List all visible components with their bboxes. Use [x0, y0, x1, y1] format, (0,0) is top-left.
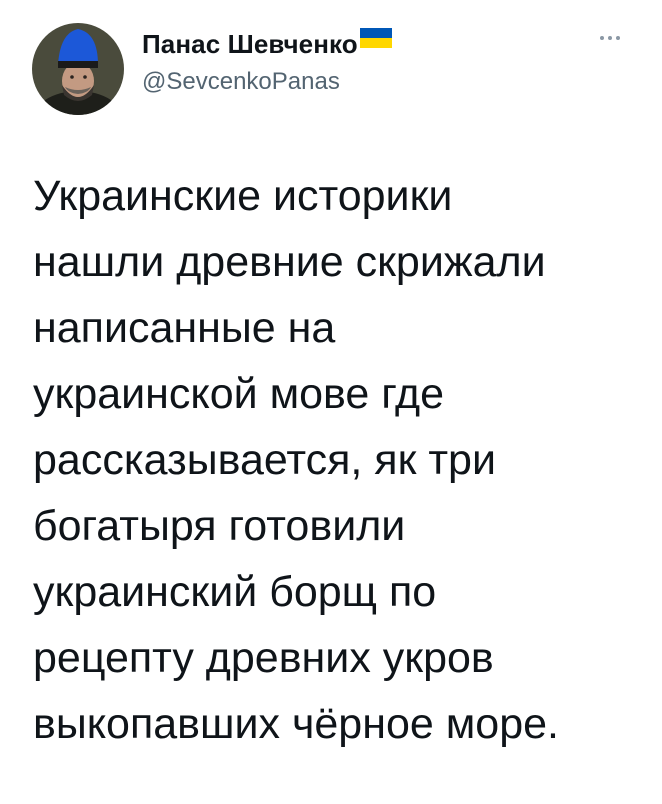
tweet-text-line: украинский борщ по — [33, 568, 437, 616]
tweet-text-line: рецепту древних укров — [33, 634, 494, 682]
author-display-name[interactable]: Панас Шевченко — [142, 29, 358, 60]
tweet-text-line: украинской мове где — [33, 370, 445, 418]
tweet-text-line: нашли древние скрижали — [33, 238, 546, 286]
tweet-text-line: выкопавших чёрное море. — [33, 700, 559, 748]
tweet-text-line: богатыря готовили — [33, 502, 406, 550]
author-handle[interactable]: @SevcenkoPanas — [142, 68, 340, 96]
tweet-text-line: Украинские историки — [33, 172, 453, 220]
tweet-text-line: написанные на — [33, 304, 336, 352]
author-name-row: Панас Шевченко — [142, 27, 392, 61]
avatar-portrait-icon — [32, 23, 124, 115]
more-options-icon[interactable] — [590, 28, 630, 48]
tweet-text-line: рассказывается, як три — [33, 436, 496, 484]
tweet-card: Панас Шевченко @SevcenkoPanas Украинские… — [0, 0, 662, 804]
tweet-text: Украинские историки нашли древние скрижа… — [33, 163, 643, 757]
avatar[interactable] — [32, 23, 124, 115]
ukraine-flag-icon — [359, 28, 392, 48]
